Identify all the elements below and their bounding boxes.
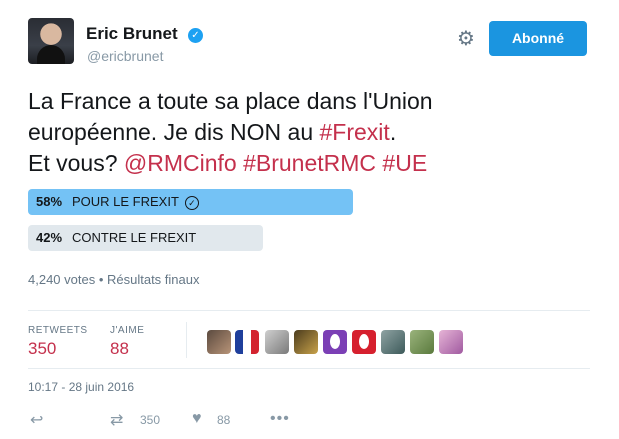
checkmark-icon: ✓ [184, 195, 199, 210]
follow-button[interactable]: Abonné [489, 21, 587, 56]
reply-icon[interactable]: ↩ [30, 410, 43, 430]
poll-option-label: POUR LE FREXIT [72, 194, 179, 209]
liker-avatar[interactable] [323, 330, 347, 354]
tweet-text-segment: européenne. Je dis NON au [28, 119, 320, 145]
gear-icon[interactable]: ⚙ [455, 28, 477, 50]
hashtag-brunetrmc-link[interactable]: #BrunetRMC [243, 150, 376, 176]
hashtag-frexit-link[interactable]: #Frexit [320, 119, 390, 145]
poll-summary: 4,240 votes • Résultats finaux [28, 272, 200, 287]
mention-rmcinfo-link[interactable]: @RMCinfo [124, 150, 237, 176]
heart-icon[interactable]: ♥ [192, 410, 202, 428]
poll-option-text: 58% POUR LE FREXIT ✓ [36, 189, 199, 215]
display-name[interactable]: Eric Brunet [86, 24, 178, 44]
poll-option-pour: 58% POUR LE FREXIT ✓ [28, 189, 353, 215]
hashtag-ue-link[interactable]: #UE [382, 150, 427, 176]
poll-percent: 42% [36, 230, 63, 245]
liker-avatar[interactable] [235, 330, 259, 354]
liker-avatar[interactable] [410, 330, 434, 354]
liker-avatar[interactable] [352, 330, 376, 354]
tweet-text-segment: . [389, 119, 397, 145]
retweet-icon[interactable]: ⇄ [110, 410, 123, 430]
tweet-timestamp[interactable]: 10:17 - 28 juin 2016 [28, 380, 134, 394]
verified-icon: ✓ [188, 28, 203, 43]
liker-avatar[interactable] [207, 330, 231, 354]
tweet-line-3: Et vous? @RMCinfo #BrunetRMC #UE [28, 148, 598, 179]
avatar[interactable] [28, 18, 74, 64]
liker-avatar[interactable] [294, 330, 318, 354]
divider [28, 310, 590, 311]
tweet-line-2: européenne. Je dis NON au #Frexit. [28, 117, 598, 148]
poll-percent: 58% [36, 194, 63, 209]
retweet-action-count: 350 [140, 413, 161, 427]
poll-option-text: 42% CONTRE LE FREXIT [36, 225, 196, 251]
liker-avatars [0, 330, 619, 354]
liker-avatar[interactable] [381, 330, 405, 354]
like-action-count: 88 [217, 413, 231, 427]
tweet-text: La France a toute sa place dans l'Union … [28, 86, 598, 179]
more-icon[interactable]: ••• [270, 410, 290, 428]
poll-option-contre: 42% CONTRE LE FREXIT [28, 225, 353, 251]
username-handle[interactable]: @ericbrunet [87, 48, 163, 64]
tweet-text-segment: Et vous? [28, 150, 124, 176]
liker-avatar[interactable] [265, 330, 289, 354]
tweet-line-1: La France a toute sa place dans l'Union [28, 88, 433, 114]
divider [28, 368, 590, 369]
poll-option-label: CONTRE LE FREXIT [72, 230, 197, 245]
liker-avatar[interactable] [439, 330, 463, 354]
